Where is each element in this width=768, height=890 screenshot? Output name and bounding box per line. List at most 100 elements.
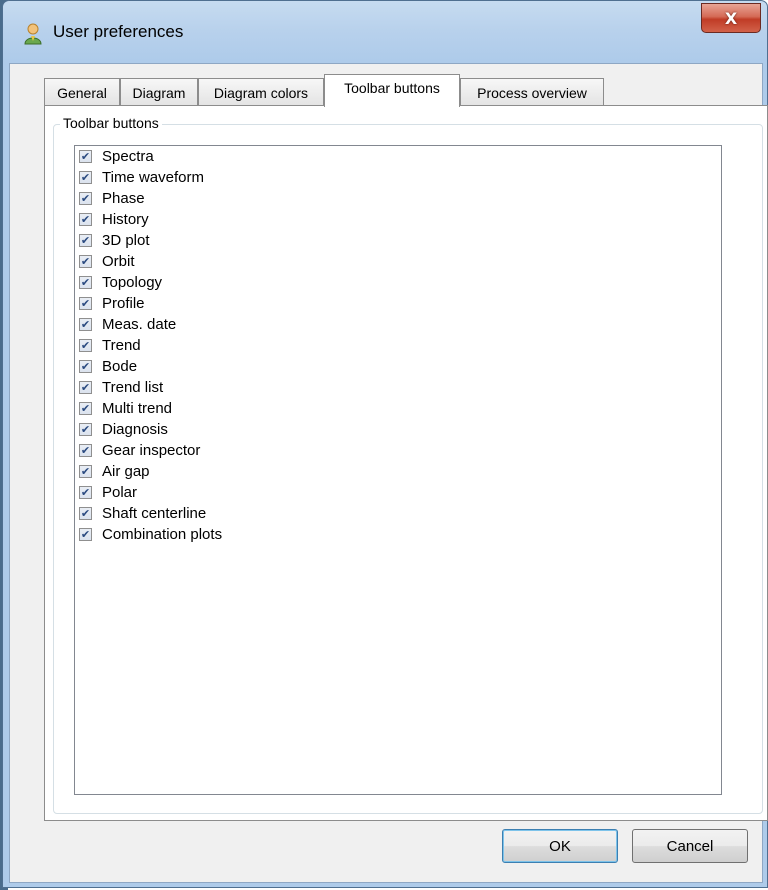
list-item-label: Profile (102, 295, 145, 312)
checkbox[interactable]: ✔ (79, 234, 92, 247)
checkbox[interactable]: ✔ (79, 171, 92, 184)
cancel-label: Cancel (666, 837, 714, 855)
list-item-label: 3D plot (102, 232, 150, 249)
toolbar-buttons-page: Toolbar buttons ✔ Spectra ✔ Time waveform ✔ P… (44, 105, 768, 821)
title-bar[interactable]: User preferences X (3, 1, 767, 63)
checkmark-icon: ✔ (80, 213, 91, 226)
ok-label: OK (549, 837, 571, 855)
checkmark-icon: ✔ (80, 171, 91, 184)
list-item[interactable]: ✔ Polar (75, 482, 721, 503)
list-item[interactable]: ✔ Spectra (75, 146, 721, 167)
checkbox[interactable]: ✔ (79, 192, 92, 205)
list-item[interactable]: ✔ Trend (75, 335, 721, 356)
checkbox[interactable]: ✔ (79, 486, 92, 499)
list-item-label: Topology (102, 274, 163, 291)
preferences-dialog: User preferences X General Diagram Diagr… (2, 0, 768, 888)
tab-label: Toolbar buttons (344, 80, 440, 96)
groupbox-title: Toolbar buttons (60, 115, 162, 131)
list-item[interactable]: ✔ Orbit (75, 251, 721, 272)
checkbox[interactable]: ✔ (79, 423, 92, 436)
checkmark-icon: ✔ (80, 297, 91, 310)
list-item[interactable]: ✔ Shaft centerline (75, 503, 721, 524)
checkmark-icon: ✔ (80, 444, 91, 457)
list-item[interactable]: ✔ Time waveform (75, 167, 721, 188)
list-item[interactable]: ✔ Topology (75, 272, 721, 293)
checkmark-icon: ✔ (80, 192, 91, 205)
tab-label: General (57, 84, 107, 101)
list-item[interactable]: ✔ Phase (75, 188, 721, 209)
checkbox[interactable]: ✔ (79, 507, 92, 520)
checkbox[interactable]: ✔ (79, 528, 92, 541)
list-item-label: Multi trend (102, 400, 173, 417)
close-icon: X (724, 8, 738, 28)
toolbar-buttons-group: Toolbar buttons ✔ Spectra ✔ Time waveform ✔ P… (53, 115, 763, 814)
checkmark-icon: ✔ (80, 339, 91, 352)
list-item-label: History (102, 211, 149, 228)
list-item-label: Bode (102, 358, 138, 375)
checkbox[interactable]: ✔ (79, 150, 92, 163)
list-item[interactable]: ✔ Profile (75, 293, 721, 314)
checkmark-icon: ✔ (80, 528, 91, 541)
checkmark-icon: ✔ (80, 423, 91, 436)
checkmark-icon: ✔ (80, 486, 91, 499)
checkbox[interactable]: ✔ (79, 465, 92, 478)
tab-process-overview[interactable]: Process overview (460, 78, 604, 106)
checkmark-icon: ✔ (80, 150, 91, 163)
list-item[interactable]: ✔ Gear inspector (75, 440, 721, 461)
tab-diagram-colors[interactable]: Diagram colors (198, 78, 324, 106)
list-item[interactable]: ✔ 3D plot (75, 230, 721, 251)
list-item-label: Spectra (102, 148, 154, 165)
toolbar-buttons-list[interactable]: ✔ Spectra ✔ Time waveform ✔ Phase ✔ History ✔ 3D … (74, 145, 722, 795)
checkbox[interactable]: ✔ (79, 255, 92, 268)
tab-diagram[interactable]: Diagram (120, 78, 198, 106)
checkmark-icon: ✔ (80, 507, 91, 520)
checkmark-icon: ✔ (80, 276, 91, 289)
cancel-button[interactable]: Cancel (632, 829, 748, 863)
list-item[interactable]: ✔ Combination plots (75, 524, 721, 545)
list-item[interactable]: ✔ Bode (75, 356, 721, 377)
checkmark-icon: ✔ (80, 318, 91, 331)
list-item[interactable]: ✔ Trend list (75, 377, 721, 398)
list-item-label: Combination plots (102, 526, 223, 543)
list-item-label: Polar (102, 484, 138, 501)
list-item-label: Trend list (102, 379, 164, 396)
checkbox[interactable]: ✔ (79, 444, 92, 457)
list-item-label: Gear inspector (102, 442, 201, 459)
checkmark-icon: ✔ (80, 381, 91, 394)
dialog-client-area: General Diagram Diagram colors Toolbar b… (9, 63, 768, 883)
checkbox[interactable]: ✔ (79, 276, 92, 289)
close-button[interactable]: X (701, 3, 761, 33)
checkbox[interactable]: ✔ (79, 213, 92, 226)
ok-button[interactable]: OK (502, 829, 618, 863)
list-item-label: Trend (102, 337, 141, 354)
list-item-label: Time waveform (102, 169, 204, 186)
checkbox[interactable]: ✔ (79, 360, 92, 373)
list-item-label: Air gap (102, 463, 150, 480)
list-item[interactable]: ✔ Air gap (75, 461, 721, 482)
checkmark-icon: ✔ (80, 360, 91, 373)
tab-label: Diagram (132, 84, 186, 101)
list-item-label: Shaft centerline (102, 505, 207, 522)
checkbox[interactable]: ✔ (79, 297, 92, 310)
list-item-label: Orbit (102, 253, 135, 270)
tab-label: Diagram colors (213, 84, 309, 101)
checkmark-icon: ✔ (80, 465, 91, 478)
list-item[interactable]: ✔ Meas. date (75, 314, 721, 335)
checkmark-icon: ✔ (80, 234, 91, 247)
list-item-label: Phase (102, 190, 145, 207)
checkmark-icon: ✔ (80, 255, 91, 268)
list-item-label: Diagnosis (102, 421, 168, 438)
list-item[interactable]: ✔ Multi trend (75, 398, 721, 419)
list-item[interactable]: ✔ History (75, 209, 721, 230)
list-item-label: Meas. date (102, 316, 177, 333)
tab-label: Process overview (477, 84, 587, 101)
checkbox[interactable]: ✔ (79, 402, 92, 415)
window-title: User preferences (53, 22, 184, 41)
tab-general[interactable]: General (44, 78, 120, 106)
tab-toolbar-buttons[interactable]: Toolbar buttons (324, 74, 460, 107)
checkbox[interactable]: ✔ (79, 318, 92, 331)
checkbox[interactable]: ✔ (79, 339, 92, 352)
list-item[interactable]: ✔ Diagnosis (75, 419, 721, 440)
user-icon (23, 23, 43, 45)
checkbox[interactable]: ✔ (79, 381, 92, 394)
